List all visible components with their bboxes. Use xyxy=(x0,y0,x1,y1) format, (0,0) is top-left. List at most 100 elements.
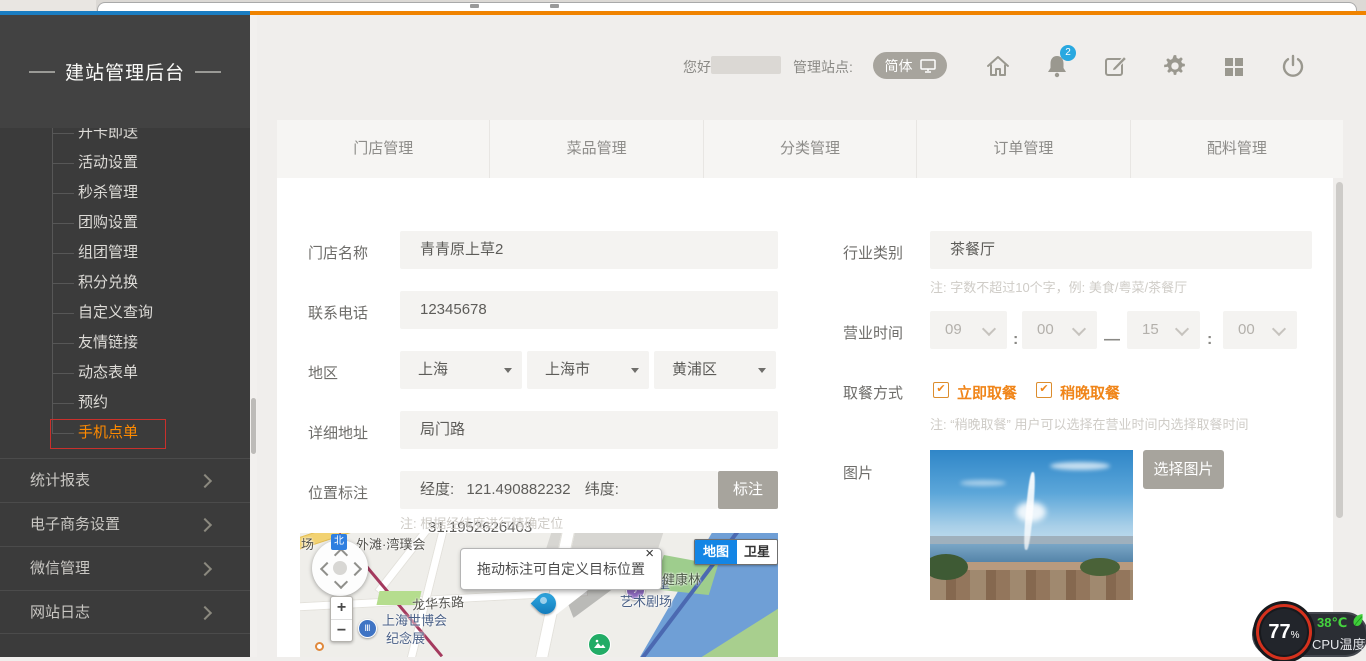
notification-badge: 2 xyxy=(1060,45,1076,61)
chevron-down-icon xyxy=(1272,322,1286,336)
map-type-satellite-button[interactable]: 卫星 xyxy=(737,540,777,564)
pickup-label: 取餐方式 xyxy=(843,382,903,403)
location-note: 注: 根据经纬度进行精确定位 xyxy=(400,513,563,532)
address-bar-glyph xyxy=(470,4,479,8)
location-coords-field[interactable]: 经度: 121.490882232 纬度: 31.1952626403 xyxy=(400,471,718,509)
map-poi-dot xyxy=(315,642,324,651)
north-indicator: 北 xyxy=(331,534,347,550)
location-label: 位置标注 xyxy=(308,482,368,503)
sidebar-item-mobile-order[interactable]: 手机点单 xyxy=(0,418,250,448)
chevron-down-icon xyxy=(1072,322,1086,336)
pan-down-icon[interactable] xyxy=(334,575,348,589)
pan-left-icon[interactable] xyxy=(320,562,334,576)
zoom-out-button[interactable]: − xyxy=(331,620,352,642)
apps-grid-icon[interactable] xyxy=(1221,53,1247,79)
address-label: 详细地址 xyxy=(308,422,368,443)
close-hour-select[interactable]: 15 xyxy=(1127,311,1200,349)
tooltip-close-icon[interactable]: × xyxy=(645,546,654,561)
chevron-right-icon xyxy=(198,606,212,620)
sidebar-menu: 开卡即送 活动设置 秒杀管理 团购设置 组团管理 积分兑换 自定义查询 友情链接… xyxy=(0,118,250,448)
sidebar-item-seckill[interactable]: 秒杀管理 xyxy=(0,178,250,208)
tab-ingredient-management[interactable]: 配料管理 xyxy=(1130,120,1343,178)
sidebar-item-team[interactable]: 组团管理 xyxy=(0,238,250,268)
tab-order-management[interactable]: 订单管理 xyxy=(916,120,1129,178)
address-bar-glyph xyxy=(550,4,559,8)
industry-input[interactable]: 茶餐厅 xyxy=(930,231,1312,269)
select-arrow-icon xyxy=(631,368,639,373)
sidebar-item-custom-query[interactable]: 自定义查询 xyxy=(0,298,250,328)
sidebar-item-dynamic-form[interactable]: 动态表单 xyxy=(0,358,250,388)
tab-dish-management[interactable]: 菜品管理 xyxy=(489,120,702,178)
username-redacted xyxy=(711,56,781,74)
image-label: 图片 xyxy=(843,462,873,483)
sidebar-sections: 统计报表 电子商务设置 微信管理 网站日志 xyxy=(0,458,250,634)
map-label-expo-1: 上海世博会 xyxy=(382,610,447,629)
longitude-label: 经度: xyxy=(420,481,454,498)
store-name-input[interactable]: 青青原上草2 xyxy=(400,231,778,269)
industry-label: 行业类别 xyxy=(843,242,903,263)
chevron-right-icon xyxy=(198,562,212,576)
map-label-park: 健康林 xyxy=(662,569,701,588)
map-zoom-control: + − xyxy=(330,596,353,642)
open-minute-select[interactable]: 00 xyxy=(1022,311,1097,349)
map-label-chang: 场 xyxy=(301,534,314,553)
time-colon: : xyxy=(1013,321,1018,359)
chevron-right-icon xyxy=(198,518,212,532)
admin-panel-title: 建站管理后台 xyxy=(65,58,185,85)
sidebar-item-links[interactable]: 友情链接 xyxy=(0,328,250,358)
map-photo-poi-icon xyxy=(588,633,611,656)
sidebar-section-wechat[interactable]: 微信管理 xyxy=(0,546,250,590)
mark-location-button[interactable]: 标注 xyxy=(718,471,778,509)
sidebar-item-booking[interactable]: 预约 xyxy=(0,388,250,418)
pan-right-icon[interactable] xyxy=(348,562,362,576)
edit-compose-icon[interactable] xyxy=(1103,53,1129,79)
sidebar-section-site-log[interactable]: 网站日志 xyxy=(0,590,250,634)
content-scrollbar-thumb[interactable] xyxy=(1336,182,1343,518)
location-map[interactable]: 场 外滩·湾璞会 龙华东路 Ⅲ 上海世博会 纪念展 ♪ 上海儿童 艺术剧场 健康… xyxy=(300,533,778,657)
photo-cloud xyxy=(1050,462,1110,470)
map-type-map-button[interactable]: 地图 xyxy=(695,540,737,564)
pickup-now-checkbox[interactable]: ✔ xyxy=(933,382,949,398)
close-minute-select[interactable]: 00 xyxy=(1223,311,1297,349)
choose-image-button[interactable]: 选择图片 xyxy=(1143,450,1224,489)
language-switch-button[interactable]: 简体 xyxy=(873,52,947,79)
longitude-value: 121.490882232 xyxy=(466,481,570,498)
sidebar-item-activity[interactable]: 活动设置 xyxy=(0,148,250,178)
monitor-icon xyxy=(920,59,936,73)
power-logout-icon[interactable] xyxy=(1280,53,1306,79)
province-select[interactable]: 上海 xyxy=(400,351,522,389)
settings-gear-icon[interactable] xyxy=(1162,53,1188,79)
phone-label: 联系电话 xyxy=(308,302,368,323)
title-dash-left xyxy=(29,71,55,73)
store-photo-thumbnail xyxy=(930,450,1133,600)
pickup-note: 注: “稍晚取餐” 用户可以选择在营业时间内选择取餐时间 xyxy=(930,414,1249,433)
manage-site-label: 管理站点: xyxy=(793,57,853,77)
tab-store-management[interactable]: 门店管理 xyxy=(277,120,489,178)
museum-icon: Ⅲ xyxy=(358,619,377,638)
pickup-now-label: 立即取餐 xyxy=(957,382,1017,403)
sidebar-section-statistics[interactable]: 统计报表 xyxy=(0,458,250,502)
chevron-down-icon xyxy=(982,322,996,336)
map-marker-highlight xyxy=(540,597,547,604)
pickup-later-label: 稍晚取餐 xyxy=(1060,382,1120,403)
sidebar-scrollbar-thumb[interactable] xyxy=(251,398,256,454)
sidebar: 建站管理后台 开卡即送 活动设置 秒杀管理 团购设置 组团管理 积分兑换 自定义… xyxy=(0,15,250,657)
zoom-in-button[interactable]: + xyxy=(331,597,352,620)
sidebar-item-points[interactable]: 积分兑换 xyxy=(0,268,250,298)
sidebar-scrollbar-track[interactable] xyxy=(250,15,257,657)
pan-up-icon[interactable] xyxy=(334,548,348,562)
open-hour-select[interactable]: 09 xyxy=(930,311,1007,349)
leaf-icon xyxy=(1352,613,1364,627)
city-select[interactable]: 上海市 xyxy=(527,351,649,389)
sidebar-item-groupbuy[interactable]: 团购设置 xyxy=(0,208,250,238)
cpu-usage-gauge: 77% xyxy=(1256,604,1312,660)
map-type-switch: 地图 卫星 xyxy=(694,539,778,565)
home-icon[interactable] xyxy=(985,53,1011,79)
sidebar-section-ecommerce[interactable]: 电子商务设置 xyxy=(0,502,250,546)
address-input[interactable]: 局门路 xyxy=(400,411,778,449)
tab-category-management[interactable]: 分类管理 xyxy=(703,120,916,178)
district-select[interactable]: 黄浦区 xyxy=(654,351,776,389)
phone-input[interactable]: 12345678 xyxy=(400,291,778,329)
pickup-later-checkbox[interactable]: ✔ xyxy=(1036,382,1052,398)
browser-tab-area xyxy=(0,0,96,11)
